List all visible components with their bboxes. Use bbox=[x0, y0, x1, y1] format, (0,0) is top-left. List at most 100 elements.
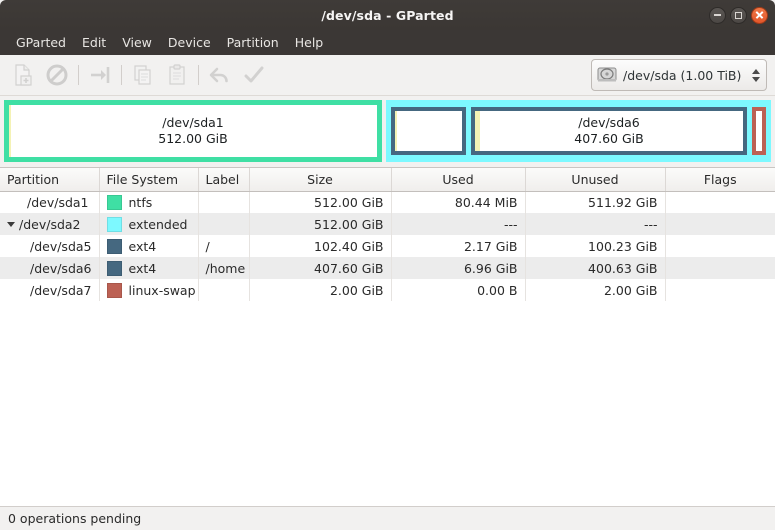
statusbar: 0 operations pending bbox=[0, 506, 775, 530]
copy-icon bbox=[134, 65, 151, 85]
disk-graphic-partition-sda6[interactable]: /dev/sda6 407.60 GiB bbox=[471, 107, 747, 155]
copy-button[interactable] bbox=[126, 58, 160, 92]
cell-flags bbox=[665, 279, 775, 301]
paste-button[interactable] bbox=[160, 58, 194, 92]
partition-name: /dev/sda5 bbox=[29, 238, 92, 254]
partition-graphic-label: /dev/sda6 407.60 GiB bbox=[574, 115, 644, 146]
resize-move-button[interactable] bbox=[83, 58, 117, 92]
filesystem-color-swatch bbox=[106, 194, 122, 210]
pending-operations-status: 0 operations pending bbox=[8, 511, 142, 526]
used-space-indicator bbox=[475, 111, 480, 151]
menu-item-help[interactable]: Help bbox=[287, 32, 332, 53]
cell-size: 407.60 GiB bbox=[249, 257, 392, 279]
cell-label bbox=[198, 279, 250, 301]
paste-icon bbox=[169, 64, 185, 85]
filesystem-name: extended bbox=[128, 216, 188, 232]
filesystem-name: ntfs bbox=[128, 194, 153, 210]
column-header-flags[interactable]: Flags bbox=[665, 168, 775, 192]
apply-icon bbox=[244, 66, 264, 83]
disk-graphic-partition-sda5[interactable] bbox=[391, 107, 466, 155]
window-titlebar: /dev/sda - GParted bbox=[0, 0, 775, 30]
cell-flags bbox=[665, 213, 775, 235]
toolbar-separator-3 bbox=[198, 65, 199, 85]
device-selector-value: /dev/sda (1.00 TiB) bbox=[623, 67, 742, 83]
cell-partition: /dev/sda6 bbox=[0, 257, 100, 279]
cell-size: 102.40 GiB bbox=[249, 235, 392, 257]
maximize-button[interactable] bbox=[730, 6, 747, 24]
cell-partition: /dev/sda1 bbox=[0, 191, 100, 213]
cell-size: 512.00 GiB bbox=[249, 213, 392, 235]
column-header-filesystem[interactable]: File System bbox=[99, 168, 199, 192]
cell-partition: /dev/sda5 bbox=[0, 235, 100, 257]
filesystem-name: ext4 bbox=[128, 260, 157, 276]
menu-item-view[interactable]: View bbox=[114, 32, 160, 53]
used-space-indicator bbox=[395, 111, 397, 151]
table-header-row: Partition File System Label Size Used Un… bbox=[0, 168, 775, 192]
column-header-used[interactable]: Used bbox=[391, 168, 526, 192]
cell-unused: 2.00 GiB bbox=[525, 279, 666, 301]
close-button[interactable] bbox=[751, 6, 768, 24]
table-row[interactable]: /dev/sda5 ext4 / 102.40 GiB 2.17 GiB 100… bbox=[0, 235, 775, 257]
toolbar: /dev/sda (1.00 TiB) bbox=[0, 55, 775, 96]
toolbar-group-create bbox=[6, 58, 74, 92]
partition-table: Partition File System Label Size Used Un… bbox=[0, 168, 775, 301]
table-row[interactable]: /dev/sda2 extended 512.00 GiB --- --- bbox=[0, 213, 775, 235]
partition-name: /dev/sda6 bbox=[29, 260, 92, 276]
delete-partition-icon bbox=[46, 64, 68, 86]
filesystem-color-swatch bbox=[106, 238, 122, 254]
toolbar-separator-2 bbox=[121, 65, 122, 85]
menubar: GParted Edit View Device Partition Help bbox=[0, 30, 775, 55]
device-selector-spinner[interactable] bbox=[748, 68, 760, 82]
partition-graphic-label: /dev/sda1 512.00 GiB bbox=[158, 115, 228, 146]
menu-item-partition[interactable]: Partition bbox=[219, 32, 287, 53]
new-partition-button[interactable] bbox=[6, 58, 40, 92]
table-row[interactable]: /dev/sda1 ntfs 512.00 GiB 80.44 MiB 511.… bbox=[0, 191, 775, 213]
cell-partition: /dev/sda2 bbox=[0, 213, 100, 235]
filesystem-color-swatch bbox=[106, 282, 122, 298]
disk-graphic-partition-sda7[interactable] bbox=[752, 107, 766, 155]
cell-filesystem: ext4 bbox=[99, 257, 199, 279]
partition-name: /dev/sda2 bbox=[19, 216, 81, 232]
toolbar-group-apply bbox=[203, 58, 271, 92]
expander-icon[interactable] bbox=[7, 221, 15, 227]
gparted-window: /dev/sda - GParted GParted Edit View Dev… bbox=[0, 0, 775, 530]
cell-unused: 511.92 GiB bbox=[525, 191, 666, 213]
toolbar-group-clipboard bbox=[126, 58, 194, 92]
apply-button[interactable] bbox=[237, 58, 271, 92]
menu-item-device[interactable]: Device bbox=[160, 32, 219, 53]
cell-unused: 400.63 GiB bbox=[525, 257, 666, 279]
used-space-indicator bbox=[9, 105, 11, 157]
column-header-size[interactable]: Size bbox=[249, 168, 392, 192]
cell-used: 6.96 GiB bbox=[391, 257, 526, 279]
menu-item-gparted[interactable]: GParted bbox=[8, 32, 74, 53]
disk-graphic-partition-sda1[interactable]: /dev/sda1 512.00 GiB bbox=[4, 100, 382, 162]
menu-item-edit[interactable]: Edit bbox=[74, 32, 114, 53]
cell-filesystem: linux-swap bbox=[99, 279, 199, 301]
device-selector[interactable]: /dev/sda (1.00 TiB) bbox=[591, 59, 767, 91]
new-partition-icon bbox=[15, 64, 32, 86]
cell-size: 2.00 GiB bbox=[249, 279, 392, 301]
window-title: /dev/sda - GParted bbox=[321, 7, 454, 23]
table-row[interactable]: /dev/sda6 ext4 /home 407.60 GiB 6.96 GiB… bbox=[0, 257, 775, 279]
window-controls bbox=[709, 0, 768, 30]
filesystem-name: linux-swap bbox=[128, 282, 196, 298]
toolbar-separator-1 bbox=[78, 65, 79, 85]
cell-label bbox=[198, 213, 250, 235]
cell-flags bbox=[665, 235, 775, 257]
minimize-button[interactable] bbox=[709, 6, 726, 24]
resize-move-icon bbox=[91, 67, 110, 83]
disk-graphic-partition-sda2[interactable]: /dev/sda6 407.60 GiB bbox=[386, 100, 771, 162]
undo-icon bbox=[209, 67, 228, 83]
column-header-label[interactable]: Label bbox=[198, 168, 250, 192]
table-row[interactable]: /dev/sda7 linux-swap 2.00 GiB 0.00 B 2.0… bbox=[0, 279, 775, 301]
filesystem-name: ext4 bbox=[128, 238, 157, 254]
filesystem-color-swatch bbox=[106, 216, 122, 232]
column-header-partition[interactable]: Partition bbox=[0, 168, 100, 192]
delete-partition-button[interactable] bbox=[40, 58, 74, 92]
cell-size: 512.00 GiB bbox=[249, 191, 392, 213]
cell-used: 0.00 B bbox=[391, 279, 526, 301]
column-header-unused[interactable]: Unused bbox=[525, 168, 666, 192]
filesystem-color-swatch bbox=[106, 260, 122, 276]
cell-partition: /dev/sda7 bbox=[0, 279, 100, 301]
undo-button[interactable] bbox=[203, 58, 237, 92]
